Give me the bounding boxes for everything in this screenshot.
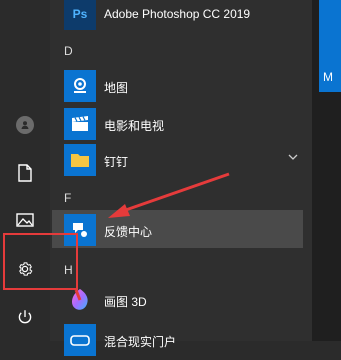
vr-headset-icon: [64, 324, 96, 356]
app-list-overlay: 反馈中心 H 画图 3D 混合现实门户: [50, 0, 312, 356]
annotation-highlight-box: [3, 233, 78, 290]
user-icon: [16, 116, 34, 134]
power-button[interactable]: [0, 297, 50, 337]
list-item-mixed-reality[interactable]: 混合现实门户: [50, 320, 312, 360]
picture-icon: [16, 213, 34, 227]
user-avatar-button[interactable]: [0, 105, 50, 145]
power-icon: [16, 308, 34, 326]
documents-button[interactable]: [0, 153, 50, 193]
document-icon: [18, 164, 32, 182]
feedback-hub-label: 反馈中心: [104, 225, 153, 239]
mixed-reality-label: 混合现实门户: [104, 335, 177, 349]
list-item-feedback-hub[interactable]: 反馈中心: [50, 210, 312, 250]
live-tile-letter: M: [323, 70, 333, 84]
list-item-paint-3d[interactable]: 画图 3D: [50, 280, 312, 320]
paint-3d-label: 画图 3D: [104, 295, 147, 309]
live-tile[interactable]: M: [319, 0, 341, 92]
